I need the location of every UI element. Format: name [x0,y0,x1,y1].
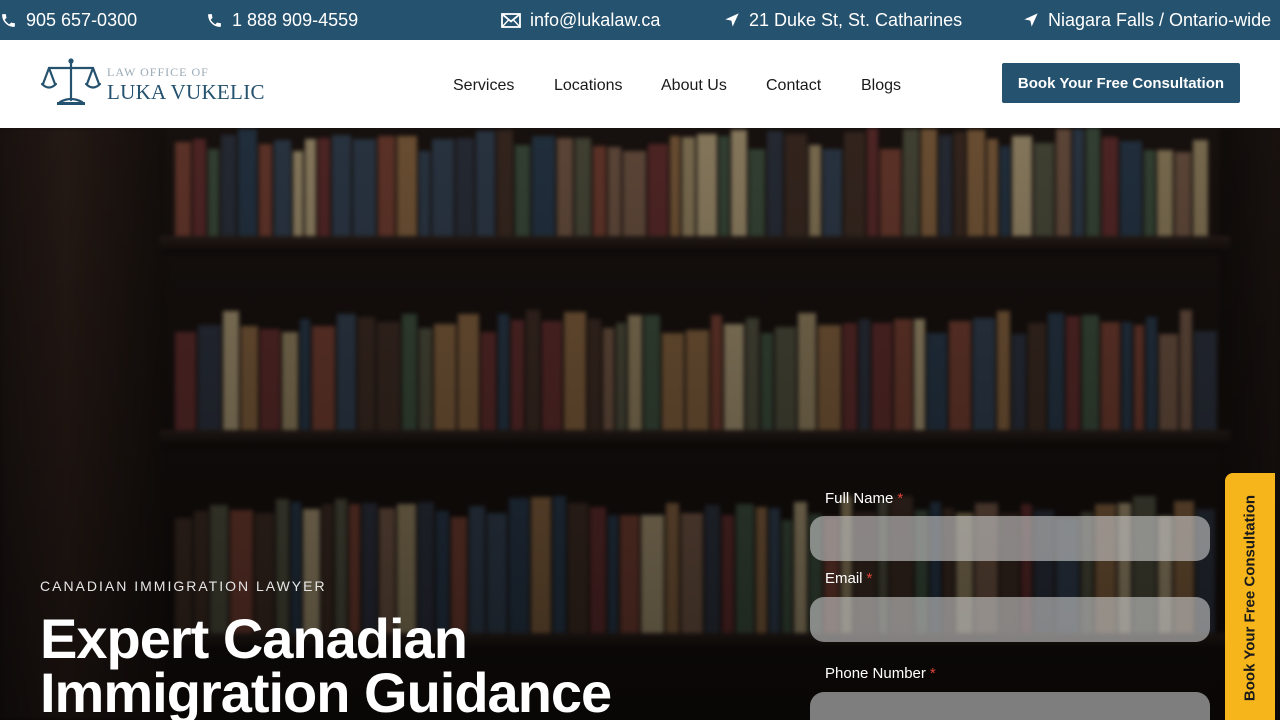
full-name-input[interactable] [810,516,1210,561]
location-arrow-icon [725,13,739,27]
phone-icon [2,13,15,27]
email-address: info@lukalaw.ca [530,9,661,30]
email-label: Email * [825,570,873,587]
nav-contact[interactable]: Contact [766,77,821,95]
email-input[interactable] [810,597,1210,642]
site-header: LAW OFFICE OF LUKA VUKELIC Services Loca… [0,40,1280,128]
scales-of-justice-icon [40,58,102,105]
email-link[interactable]: info@lukalaw.ca [501,0,660,40]
street-address: 21 Duke St, St. Catharines [749,9,963,30]
nav-about-us[interactable]: About Us [661,77,727,95]
logo-subtitle: LAW OFFICE OF [107,65,209,79]
mail-icon [501,12,521,28]
hero-section: CANADIAN IMMIGRATION LAWYER Expert Canad… [0,128,1280,720]
phone-icon [208,13,221,27]
address-link[interactable]: 21 Duke St, St. Catharines [724,0,962,40]
nav-locations[interactable]: Locations [554,77,623,95]
top-contact-bar: 905 657-0300 1 888 909-4559 info@lukalaw… [0,0,1280,40]
phone-number-label: Phone Number * [825,665,936,682]
side-consultation-tab[interactable]: Book Your Free Consultation [1225,473,1275,720]
book-consultation-button[interactable]: Book Your Free Consultation [1002,63,1240,103]
region-link[interactable]: Niagara Falls / Ontario-wide [1023,0,1271,40]
hero-eyebrow: CANADIAN IMMIGRATION LAWYER [40,578,327,594]
logo-name: LUKA VUKELIC [107,80,265,104]
phone-link-1[interactable]: 905 657-0300 [0,0,137,40]
nav-blogs[interactable]: Blogs [861,77,901,95]
phone-number-1: 905 657-0300 [26,9,138,30]
phone-number-2: 1 888 909-4559 [232,9,359,30]
full-name-label: Full Name * [825,490,904,507]
hero-title: Expert Canadian Immigration Guidance [40,607,612,720]
nav-services[interactable]: Services [453,77,514,95]
site-logo[interactable]: LAW OFFICE OF LUKA VUKELIC [40,56,264,112]
service-region: Niagara Falls / Ontario-wide [1048,9,1272,30]
phone-link-2[interactable]: 1 888 909-4559 [206,0,358,40]
phone-number-input[interactable] [810,692,1210,720]
side-tab-label: Book Your Free Consultation [1241,494,1259,702]
location-arrow-icon [1024,13,1038,27]
